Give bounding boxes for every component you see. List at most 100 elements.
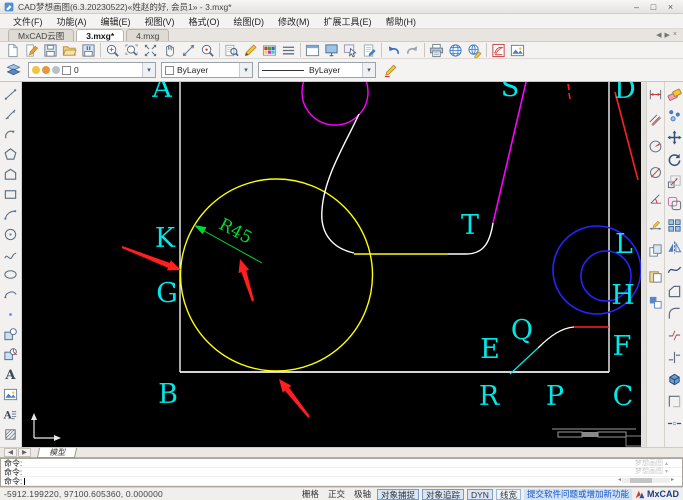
mirror-icon[interactable] <box>665 239 683 255</box>
draw-arc2-icon[interactable] <box>1 284 21 304</box>
tab-scroll-left-icon[interactable]: ◀ <box>656 31 661 39</box>
block-icon[interactable] <box>1 324 21 344</box>
scroll-down-icon[interactable]: ▾ <box>665 469 668 475</box>
globe-edit-icon[interactable] <box>465 42 484 58</box>
tab-MxCAD云图[interactable]: MxCAD云图 <box>8 29 75 41</box>
color-dropdown[interactable]: ByLayer ▾ <box>161 62 253 78</box>
spline-edit-icon[interactable] <box>665 261 683 277</box>
menu-item-1[interactable]: 功能(A) <box>50 14 94 29</box>
palette-icon[interactable] <box>260 42 279 58</box>
tab-4.mxg[interactable]: 4.mxg <box>126 29 170 41</box>
draw-arc-icon[interactable] <box>1 204 21 224</box>
select-icon[interactable] <box>341 42 360 58</box>
chevron-down-icon[interactable]: ▾ <box>239 63 252 77</box>
find-icon[interactable] <box>222 42 241 58</box>
draw-polygon-icon[interactable] <box>1 144 21 164</box>
edit-doc-icon[interactable] <box>360 42 379 58</box>
image-export-icon[interactable] <box>508 42 527 58</box>
save-icon[interactable] <box>41 42 60 58</box>
match-properties-icon[interactable] <box>381 62 400 78</box>
mtext-icon[interactable]: A <box>1 404 21 424</box>
draw-ellipse-icon[interactable] <box>1 264 21 284</box>
mlines-icon[interactable] <box>279 42 298 58</box>
move-icon[interactable] <box>665 129 683 145</box>
toggle-线宽[interactable]: 线宽 <box>495 488 521 500</box>
command-scrollbar[interactable]: ◂ ▸ <box>618 477 674 484</box>
monitor-icon[interactable] <box>322 42 341 58</box>
draw-ray-icon[interactable] <box>1 104 21 124</box>
scale-icon[interactable] <box>665 173 683 189</box>
draw-rect-icon[interactable] <box>1 184 21 204</box>
open-edit-icon[interactable] <box>22 42 41 58</box>
draw-point-icon[interactable] <box>1 304 21 324</box>
undo-icon[interactable] <box>384 42 403 58</box>
scroll-left-icon[interactable]: ◂ <box>618 477 621 484</box>
zoom-window-icon[interactable] <box>122 42 141 58</box>
join-icon[interactable] <box>665 349 683 365</box>
dim-aligned-icon[interactable] <box>646 112 665 128</box>
drawing-canvas[interactable]: A S D K G T L H Q E F B R P C R45 <box>22 58 647 447</box>
chamfer-icon[interactable] <box>665 283 683 299</box>
layers-icon[interactable] <box>4 62 23 78</box>
tab-model[interactable]: 模型 <box>36 447 78 458</box>
menu-item-6[interactable]: 修改(M) <box>271 14 317 29</box>
tab-close-icon[interactable]: × <box>673 31 677 39</box>
layout-next-button[interactable]: ▶ <box>18 448 31 457</box>
measure-icon[interactable] <box>179 42 198 58</box>
draw-spline-icon[interactable] <box>1 244 21 264</box>
close-button[interactable]: × <box>662 1 679 12</box>
command-window[interactable]: 命令: 命令: 命令: 梦想画图 ▴ 梦想画图 ▾ ◂ ▸ <box>0 458 683 487</box>
minimize-button[interactable]: – <box>628 1 645 12</box>
draw-pline-icon[interactable] <box>1 124 21 144</box>
zoom-in-icon[interactable] <box>103 42 122 58</box>
redo-icon[interactable] <box>403 42 422 58</box>
menu-item-8[interactable]: 帮助(H) <box>379 14 424 29</box>
zoom-center-icon[interactable] <box>198 42 217 58</box>
toggle-栅格[interactable]: 栅格 <box>299 488 322 500</box>
array-icon[interactable] <box>665 217 683 233</box>
new-doc-icon[interactable] <box>3 42 22 58</box>
draw-line-icon[interactable] <box>1 84 21 104</box>
dim-linear-icon[interactable] <box>646 86 665 102</box>
copy-props-icon[interactable] <box>646 294 665 310</box>
chevron-down-icon[interactable]: ▾ <box>362 63 375 77</box>
dim-edit-icon[interactable] <box>646 216 665 232</box>
block-insert-icon[interactable] <box>1 344 21 364</box>
menu-item-0[interactable]: 文件(F) <box>6 14 50 29</box>
toggle-对象追踪[interactable]: 对象追踪 <box>421 488 464 500</box>
toggle-正交[interactable]: 正交 <box>325 488 348 500</box>
maximize-button[interactable]: □ <box>645 1 662 12</box>
chevron-down-icon[interactable]: ▾ <box>142 63 155 77</box>
fillet-icon[interactable] <box>665 305 683 321</box>
scroll-up-icon[interactable]: ▴ <box>665 461 668 467</box>
menu-item-2[interactable]: 编辑(E) <box>94 14 138 29</box>
draw-circle-icon[interactable] <box>1 224 21 244</box>
dim-angular-icon[interactable] <box>646 190 665 206</box>
toggle-对象捕捉[interactable]: 对象捕捉 <box>376 488 419 500</box>
draw-polygon2-icon[interactable] <box>1 164 21 184</box>
open-folder-icon[interactable] <box>60 42 79 58</box>
globe-icon[interactable] <box>446 42 465 58</box>
toggle-DYN[interactable]: DYN <box>467 488 493 500</box>
linetype-dropdown[interactable]: ByLayer ▾ <box>258 62 376 78</box>
menu-item-4[interactable]: 格式(O) <box>182 14 227 29</box>
paste-obj-icon[interactable] <box>646 268 665 284</box>
menu-item-3[interactable]: 视图(V) <box>138 14 182 29</box>
scroll-right-icon[interactable]: ▸ <box>671 477 674 484</box>
dim-radius-icon[interactable] <box>646 138 665 154</box>
print-icon[interactable] <box>427 42 446 58</box>
tab-scroll-right-icon[interactable]: ▶ <box>665 31 670 39</box>
tab-3.mxg*[interactable]: 3.mxg* <box>76 29 125 41</box>
menu-item-5[interactable]: 绘图(D) <box>227 14 272 29</box>
text-icon[interactable]: A <box>1 364 21 384</box>
scrollbar-track[interactable] <box>622 478 670 483</box>
pan-icon[interactable] <box>160 42 179 58</box>
stretch-icon[interactable] <box>665 415 683 431</box>
layout-prev-button[interactable]: ◀ <box>4 448 17 457</box>
image-ins-icon[interactable] <box>1 384 21 404</box>
rotate-icon[interactable] <box>665 151 683 167</box>
feedback-link[interactable]: 提交软件问题或增加新功能 <box>523 488 632 500</box>
pedit-icon[interactable] <box>665 393 683 409</box>
toggle-极轴[interactable]: 极轴 <box>351 488 374 500</box>
copy-obj-icon[interactable] <box>646 242 665 258</box>
